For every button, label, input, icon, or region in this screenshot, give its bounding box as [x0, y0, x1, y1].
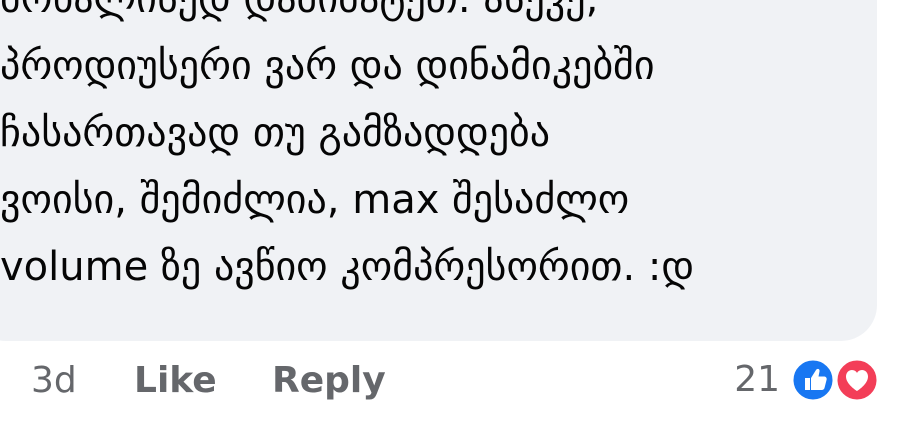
comment-text: მოხალისედ დამიმატეთ. ასევე, პროდიუსერი ვ…: [0, 0, 850, 301]
like-reaction-icon: [790, 357, 836, 403]
like-button[interactable]: Like: [134, 359, 217, 403]
reaction-count: 21: [734, 359, 780, 400]
reaction-icons: [790, 357, 882, 403]
comment-line: ჩასართავად თუ გამზადდება: [0, 110, 551, 156]
comment-line: მოხალისედ დამიმატეთ. ასევე,: [0, 0, 850, 33]
comment-timestamp[interactable]: 3d: [31, 359, 77, 403]
comment-line: volume ზე ავწიო კომპრესორით. :დ: [0, 244, 695, 290]
love-reaction-icon: [834, 357, 880, 403]
reaction-summary[interactable]: 21: [734, 355, 882, 405]
reply-button[interactable]: Reply: [272, 359, 386, 403]
comment-line: ვოისი, შემიძლია, max შესაძლო: [0, 177, 630, 223]
comment-container: მოხალისედ დამიმატეთ. ასევე, პროდიუსერი ვ…: [0, 0, 914, 433]
comment-action-bar: 3d Like Reply 21: [0, 345, 914, 420]
comment-line: პროდიუსერი ვარ და დინამიკებში: [0, 43, 655, 89]
comment-bubble: მოხალისედ დამიმატეთ. ასევე, პროდიუსერი ვ…: [0, 0, 877, 341]
